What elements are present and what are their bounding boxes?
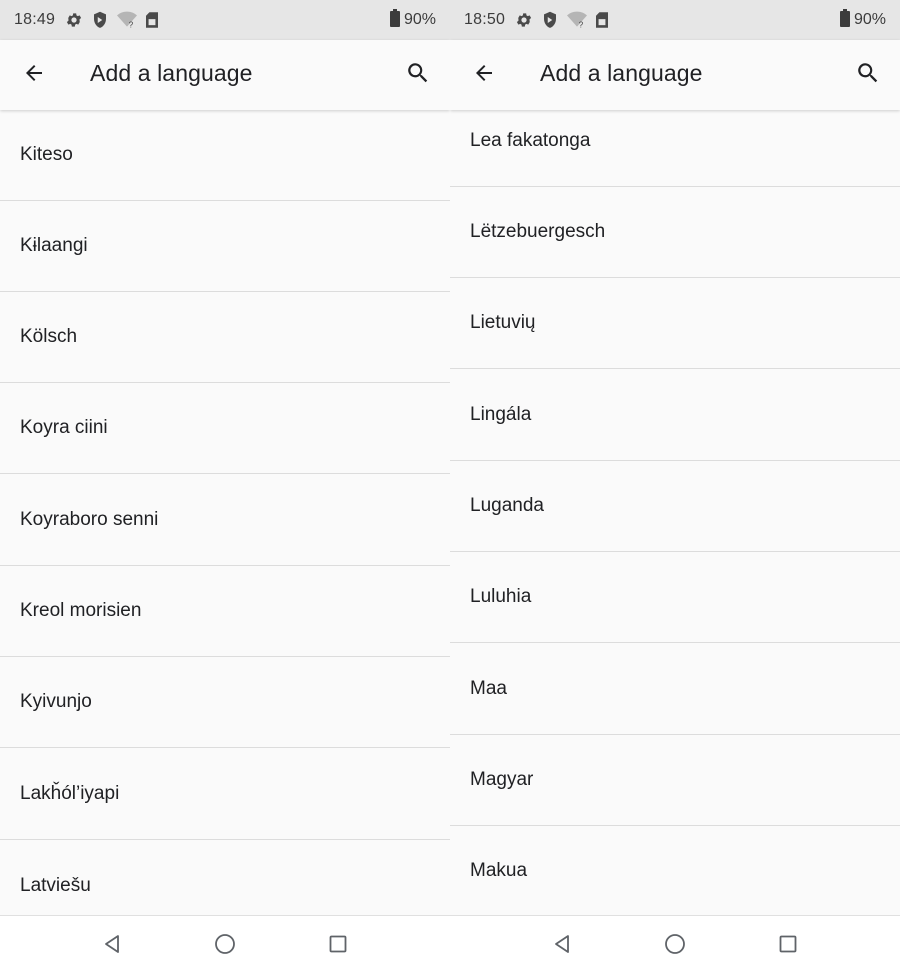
- sim-card-icon: [596, 12, 609, 28]
- status-right: 90%: [839, 8, 886, 32]
- status-bar: 18:50 ? 90%: [450, 0, 900, 40]
- language-item[interactable]: Magyar: [450, 735, 900, 826]
- language-item[interactable]: Lakȟól’iyapi: [0, 749, 450, 840]
- status-time: 18:49: [14, 11, 56, 28]
- language-item[interactable]: Makua: [450, 826, 900, 915]
- shield-icon: [542, 11, 558, 29]
- app-bar: Add a language: [0, 40, 450, 110]
- battery-icon: [389, 8, 400, 32]
- language-item[interactable]: Kɨlaangi: [0, 201, 450, 292]
- app-bar: Add a language: [450, 40, 900, 110]
- back-button[interactable]: [20, 61, 48, 89]
- battery-percent: 90%: [853, 11, 886, 28]
- nav-back-button[interactable]: [550, 934, 574, 958]
- language-item[interactable]: Luluhia: [450, 552, 900, 643]
- language-item[interactable]: Lietuvių: [450, 278, 900, 369]
- back-triangle-icon: [102, 934, 122, 959]
- battery-percent: 90%: [403, 11, 436, 28]
- language-item[interactable]: Koyraboro senni: [0, 475, 450, 566]
- battery-icon: [839, 8, 850, 32]
- language-item[interactable]: Koyra ciini: [0, 383, 450, 474]
- page-title: Add a language: [540, 60, 703, 86]
- back-arrow-icon: [22, 61, 46, 90]
- svg-text:?: ?: [129, 20, 134, 30]
- recents-square-icon: [779, 935, 797, 958]
- screen-right: 18:50 ? 90% Add a language Lea fakatonga…: [450, 0, 900, 975]
- language-item[interactable]: Lingála: [450, 370, 900, 461]
- language-item[interactable]: Kiteso: [0, 110, 450, 201]
- gear-icon: [515, 11, 533, 29]
- language-item[interactable]: Kyivunjo: [0, 657, 450, 748]
- search-icon: [855, 60, 881, 91]
- search-icon: [405, 60, 431, 91]
- language-item[interactable]: Kreol morisien: [0, 566, 450, 657]
- language-list: Lea fakatonga Lëtzebuergesch Lietuvių Li…: [450, 110, 900, 915]
- language-item[interactable]: Maa: [450, 644, 900, 735]
- sim-card-icon: [146, 12, 159, 28]
- search-button[interactable]: [404, 61, 432, 89]
- nav-home-button[interactable]: [213, 933, 237, 960]
- nav-home-button[interactable]: [663, 933, 687, 960]
- nav-back-button[interactable]: [100, 934, 124, 958]
- system-nav-bar: [0, 915, 450, 975]
- wifi-question-icon: ?: [117, 11, 138, 30]
- status-bar: 18:49 ? 90%: [0, 0, 450, 40]
- recents-square-icon: [329, 935, 347, 958]
- shield-icon: [92, 11, 108, 29]
- language-item[interactable]: Latviešu: [0, 840, 450, 915]
- language-item[interactable]: Kölsch: [0, 292, 450, 383]
- back-button[interactable]: [470, 61, 498, 89]
- svg-text:?: ?: [579, 20, 584, 30]
- nav-recents-button[interactable]: [326, 934, 350, 958]
- screens-container: 18:49 ? 90% Add a language Kiteso Kɨlaan…: [0, 0, 900, 975]
- home-circle-icon: [214, 933, 236, 960]
- system-nav-bar: [450, 915, 900, 975]
- status-right: 90%: [389, 8, 436, 32]
- language-list: Kiteso Kɨlaangi Kölsch Koyra ciini Koyra…: [0, 110, 450, 915]
- status-time: 18:50: [464, 11, 506, 28]
- language-item[interactable]: Lëtzebuergesch: [450, 187, 900, 278]
- back-triangle-icon: [552, 934, 572, 959]
- language-item[interactable]: Luganda: [450, 461, 900, 552]
- wifi-question-icon: ?: [567, 11, 588, 30]
- status-icons: ?: [515, 11, 609, 30]
- language-item[interactable]: Lea fakatonga: [450, 110, 900, 187]
- home-circle-icon: [664, 933, 686, 960]
- screen-left: 18:49 ? 90% Add a language Kiteso Kɨlaan…: [0, 0, 450, 975]
- nav-recents-button[interactable]: [776, 934, 800, 958]
- gear-icon: [65, 11, 83, 29]
- search-button[interactable]: [854, 61, 882, 89]
- back-arrow-icon: [472, 61, 496, 90]
- page-title: Add a language: [90, 60, 253, 86]
- status-icons: ?: [65, 11, 159, 30]
